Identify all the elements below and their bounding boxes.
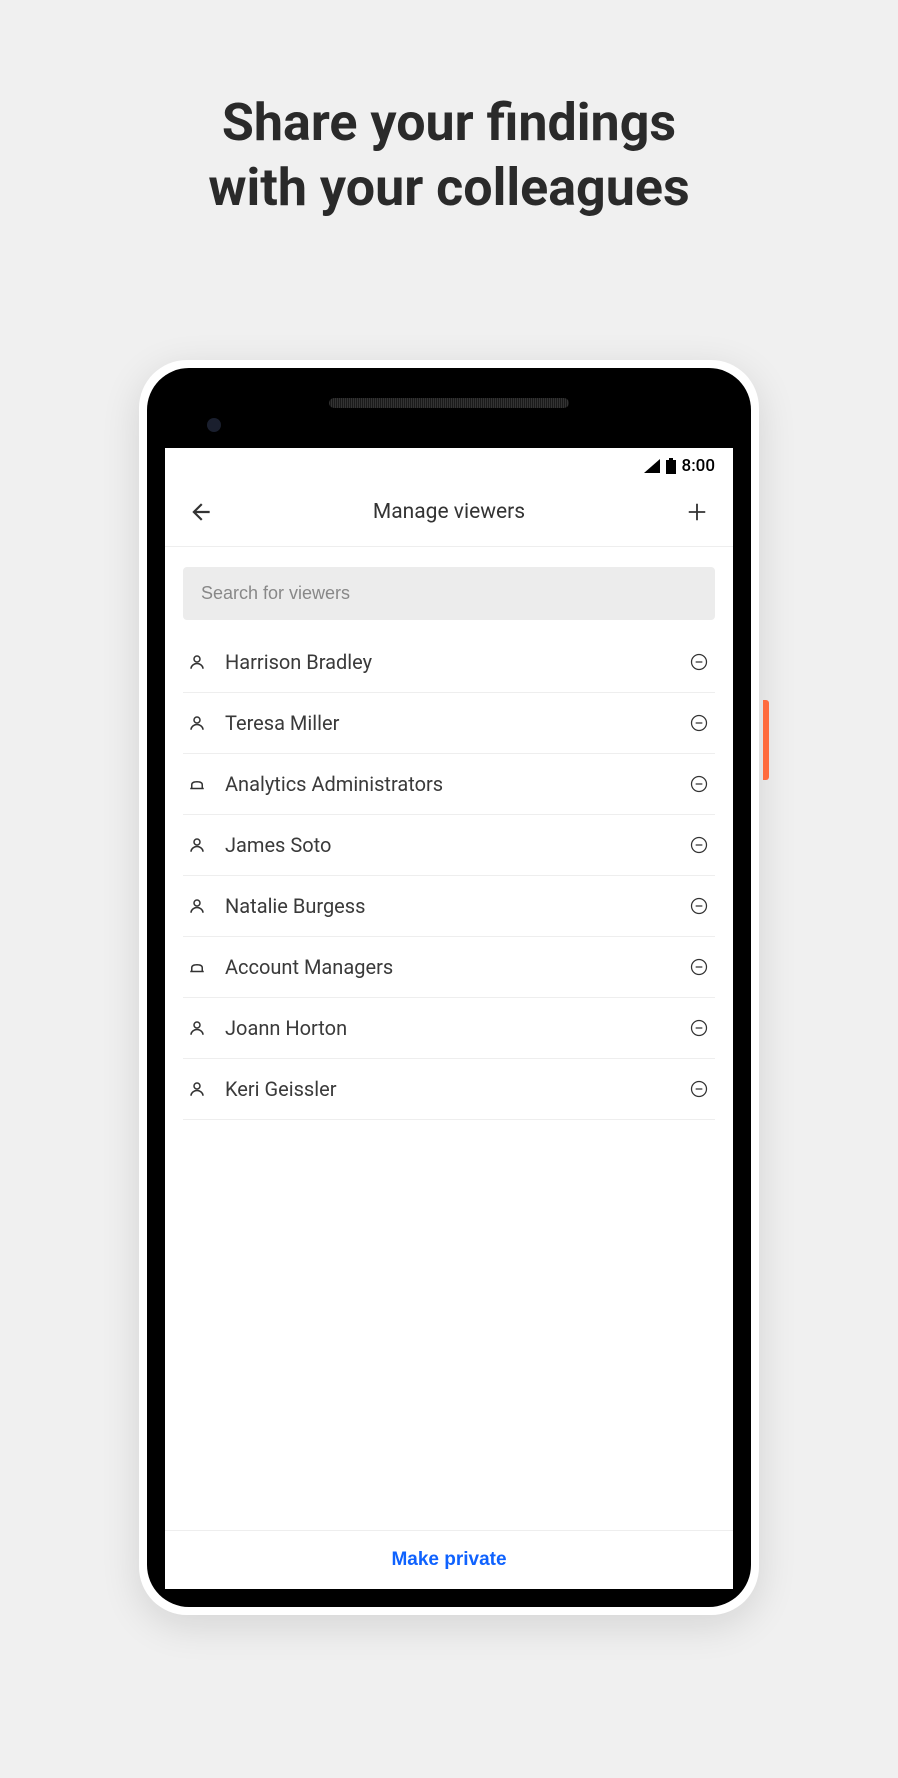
remove-viewer-button[interactable]	[687, 711, 711, 735]
remove-viewer-button[interactable]	[687, 772, 711, 796]
person-icon	[187, 1079, 207, 1099]
promo-line-2: with your colleagues	[208, 157, 689, 218]
person-icon	[187, 835, 207, 855]
make-private-button[interactable]: Make private	[391, 1549, 506, 1571]
viewer-row[interactable]: James Soto	[183, 815, 715, 876]
group-icon	[187, 774, 207, 794]
viewer-row[interactable]: Harrison Bradley	[183, 632, 715, 693]
person-icon	[187, 713, 207, 733]
back-button[interactable]	[187, 498, 215, 526]
person-icon	[187, 896, 207, 916]
phone-camera	[207, 418, 221, 432]
status-time: 8:00	[682, 456, 715, 476]
remove-viewer-button[interactable]	[687, 833, 711, 857]
arrow-left-icon	[188, 499, 214, 525]
app-screen: 8:00 Manage viewers Harrison	[165, 448, 733, 1589]
remove-viewer-button[interactable]	[687, 1077, 711, 1101]
app-header: Manage viewers	[165, 480, 733, 547]
promo-line-1: Share your findings	[222, 92, 676, 153]
header-title: Manage viewers	[373, 500, 525, 524]
viewer-name-label: Joann Horton	[225, 1016, 669, 1040]
battery-icon	[666, 458, 676, 474]
viewer-name-label: Harrison Bradley	[225, 650, 669, 674]
search-input[interactable]	[183, 567, 715, 620]
remove-viewer-button[interactable]	[687, 1016, 711, 1040]
viewer-row[interactable]: Analytics Administrators	[183, 754, 715, 815]
viewer-row[interactable]: Account Managers	[183, 937, 715, 998]
remove-viewer-button[interactable]	[687, 894, 711, 918]
viewer-row[interactable]: Joann Horton	[183, 998, 715, 1059]
viewer-name-label: Analytics Administrators	[225, 772, 669, 796]
person-icon	[187, 652, 207, 672]
promo-heading: Share your findings with your colleagues	[0, 0, 898, 220]
viewer-name-label: Natalie Burgess	[225, 894, 669, 918]
status-bar: 8:00	[165, 448, 733, 480]
plus-icon	[686, 501, 708, 523]
remove-viewer-button[interactable]	[687, 650, 711, 674]
viewer-name-label: Teresa Miller	[225, 711, 669, 735]
viewer-row[interactable]: Natalie Burgess	[183, 876, 715, 937]
viewer-name-label: Account Managers	[225, 955, 669, 979]
group-icon	[187, 957, 207, 977]
add-viewer-button[interactable]	[683, 498, 711, 526]
viewer-name-label: James Soto	[225, 833, 669, 857]
viewer-row[interactable]: Keri Geissler	[183, 1059, 715, 1120]
phone-speaker	[329, 398, 569, 408]
person-icon	[187, 1018, 207, 1038]
viewer-row[interactable]: Teresa Miller	[183, 693, 715, 754]
viewer-list: Harrison Bradley Teresa Miller Analytics A…	[165, 620, 733, 1120]
search-container	[165, 547, 733, 620]
footer-action-bar: Make private	[165, 1530, 733, 1589]
phone-power-button	[763, 700, 769, 780]
remove-viewer-button[interactable]	[687, 955, 711, 979]
cellular-signal-icon	[644, 459, 660, 473]
phone-mockup: 8:00 Manage viewers Harrison	[139, 360, 759, 1615]
viewer-name-label: Keri Geissler	[225, 1077, 669, 1101]
